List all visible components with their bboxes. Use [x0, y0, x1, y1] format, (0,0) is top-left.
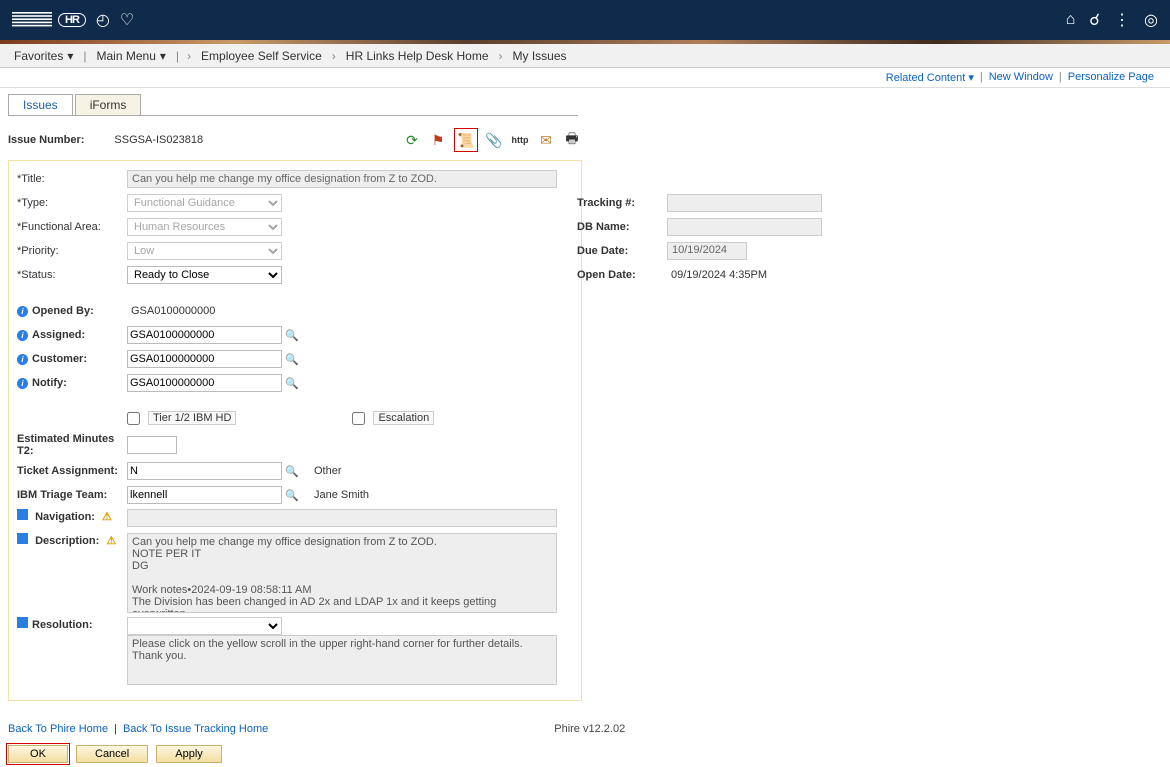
breadcrumb-sep: | [172, 49, 183, 63]
personalize-page-link[interactable]: Personalize Page [1062, 71, 1160, 84]
type-label: Type: [17, 197, 127, 209]
attachment-icon[interactable]: 📎 [484, 130, 504, 150]
priority-label: Priority: [17, 245, 127, 257]
opened-by-value: GSA0100000000 [127, 305, 215, 317]
customer-label: Customer: [17, 353, 127, 365]
issue-number-label: Issue Number: [8, 134, 84, 146]
triage-team-name: Jane Smith [310, 489, 369, 501]
escalation-checkbox-label: Escalation [373, 411, 434, 425]
tab-issues[interactable]: Issues [8, 94, 73, 115]
db-name-label: DB Name: [577, 221, 667, 233]
kebab-icon[interactable]: ⋮ [1114, 10, 1130, 30]
assigned-label: Assigned: [17, 329, 127, 341]
compass-icon[interactable]: ◎ [1144, 10, 1158, 30]
ticket-assignment-field[interactable] [127, 462, 282, 480]
type-select[interactable]: Functional Guidance [127, 194, 282, 212]
notify-label: Notify: [17, 377, 127, 389]
status-select[interactable]: Ready to Close [127, 266, 282, 284]
page-tabs: Issues iForms [8, 94, 578, 116]
resolution-field[interactable]: Please click on the yellow scroll in the… [127, 635, 557, 685]
tracking-field [667, 194, 822, 212]
bell-icon[interactable]: ☌ [1089, 10, 1100, 30]
opened-by-label: Opened By: [17, 305, 127, 317]
warning-icon: ⚠ [102, 510, 112, 523]
favorites-menu[interactable]: Favorites ▾ [8, 49, 79, 63]
lookup-icon[interactable]: 🔍 [284, 487, 300, 503]
ibm-logo: HR [12, 10, 86, 30]
customer-field[interactable] [127, 350, 282, 368]
new-window-link[interactable]: New Window [983, 71, 1059, 84]
functional-area-select[interactable]: Human Resources [127, 218, 282, 236]
chevron-down-icon: ▾ [160, 49, 166, 63]
ticket-assignment-label: Ticket Assignment: [17, 465, 127, 477]
lookup-icon[interactable]: 🔍 [284, 327, 300, 343]
print-icon[interactable]: 🖶 [562, 130, 582, 150]
back-phire-home-link[interactable]: Back To Phire Home [8, 723, 108, 735]
db-name-field [667, 218, 822, 236]
functional-area-label: Functional Area: [17, 221, 127, 233]
issue-form: Issue Number: SSGSA-IS023818 ⟳ ⚑ 📜 📎 htt… [0, 116, 590, 717]
flag-icon[interactable]: ⚑ [428, 130, 448, 150]
apply-button[interactable]: Apply [156, 745, 222, 763]
breadcrumb-item[interactable]: My Issues [507, 49, 573, 63]
estimated-minutes-field[interactable] [127, 436, 177, 454]
open-date-value: 09/19/2024 4:35PM [667, 269, 767, 281]
issue-number-value: SSGSA-IS023818 [114, 134, 203, 146]
resolution-label: Resolution: [17, 617, 127, 631]
triage-team-field[interactable] [127, 486, 282, 504]
page-actions-bar: Related Content ▾ | New Window | Persona… [0, 68, 1170, 88]
title-label: Title: [17, 173, 127, 185]
chevron-right-icon: › [328, 49, 340, 63]
lookup-icon[interactable]: 🔍 [284, 351, 300, 367]
ok-button[interactable]: OK [8, 745, 68, 763]
top-nav-bar: HR ◴ ♡ ⌂ ☌ ⋮ ◎ [0, 0, 1170, 40]
breadcrumb-bar: Favorites ▾ | Main Menu ▾ | › Employee S… [0, 44, 1170, 68]
back-issue-tracking-link[interactable]: Back To Issue Tracking Home [123, 723, 268, 735]
related-content-link[interactable]: Related Content ▾ [880, 71, 980, 84]
description-label: Description: ⚠ [17, 533, 127, 547]
priority-select[interactable]: Low [127, 242, 282, 260]
tracking-label: Tracking #: [577, 197, 667, 209]
estimated-minutes-label: Estimated Minutes T2: [17, 433, 127, 457]
ticket-assignment-other: Other [310, 465, 342, 477]
cancel-button[interactable]: Cancel [76, 745, 148, 763]
refresh-icon[interactable]: ⟳ [402, 130, 422, 150]
due-date-field: 10/19/2024 [667, 242, 747, 260]
lookup-icon[interactable]: 🔍 [284, 463, 300, 479]
scroll-icon[interactable]: 📜 [454, 128, 478, 152]
breadcrumb-item[interactable]: HR Links Help Desk Home [340, 49, 495, 63]
action-buttons: OK Cancel Apply [0, 741, 1170, 767]
warning-icon: ⚠ [106, 534, 116, 547]
breadcrumb-item[interactable]: Employee Self Service [195, 49, 328, 63]
tab-iforms[interactable]: iForms [75, 94, 142, 115]
chevron-right-icon: › [495, 49, 507, 63]
open-date-label: Open Date: [577, 269, 667, 281]
resolution-select[interactable] [127, 617, 282, 635]
navigation-field[interactable] [127, 509, 557, 527]
chevron-right-icon: › [183, 49, 195, 63]
heart-icon[interactable]: ♡ [120, 10, 134, 30]
main-menu[interactable]: Main Menu ▾ [91, 49, 172, 63]
http-icon[interactable]: http [510, 130, 530, 150]
issue-toolbar: ⟳ ⚑ 📜 📎 http ✉ 🖶 [402, 128, 582, 152]
breadcrumb-sep: | [79, 49, 90, 63]
due-date-label: Due Date: [577, 245, 667, 257]
triage-team-label: IBM Triage Team: [17, 489, 127, 501]
title-field[interactable] [127, 170, 557, 188]
tier-checkbox[interactable] [127, 412, 140, 425]
description-field[interactable]: Can you help me change my office designa… [127, 533, 557, 613]
tier-checkbox-label: Tier 1/2 IBM HD [148, 411, 236, 425]
home-icon[interactable]: ⌂ [1066, 11, 1076, 29]
mail-icon[interactable]: ✉ [536, 130, 556, 150]
clock-icon[interactable]: ◴ [96, 10, 110, 30]
notify-field[interactable] [127, 374, 282, 392]
chevron-down-icon: ▾ [67, 49, 73, 63]
footer-links: Back To Phire Home | Back To Issue Track… [0, 717, 1170, 741]
status-label: Status: [17, 269, 127, 281]
assigned-field[interactable] [127, 326, 282, 344]
escalation-checkbox[interactable] [352, 412, 365, 425]
navigation-label: Navigation: ⚠ [17, 509, 127, 523]
lookup-icon[interactable]: 🔍 [284, 375, 300, 391]
phire-version: Phire v12.2.02 [554, 723, 625, 735]
